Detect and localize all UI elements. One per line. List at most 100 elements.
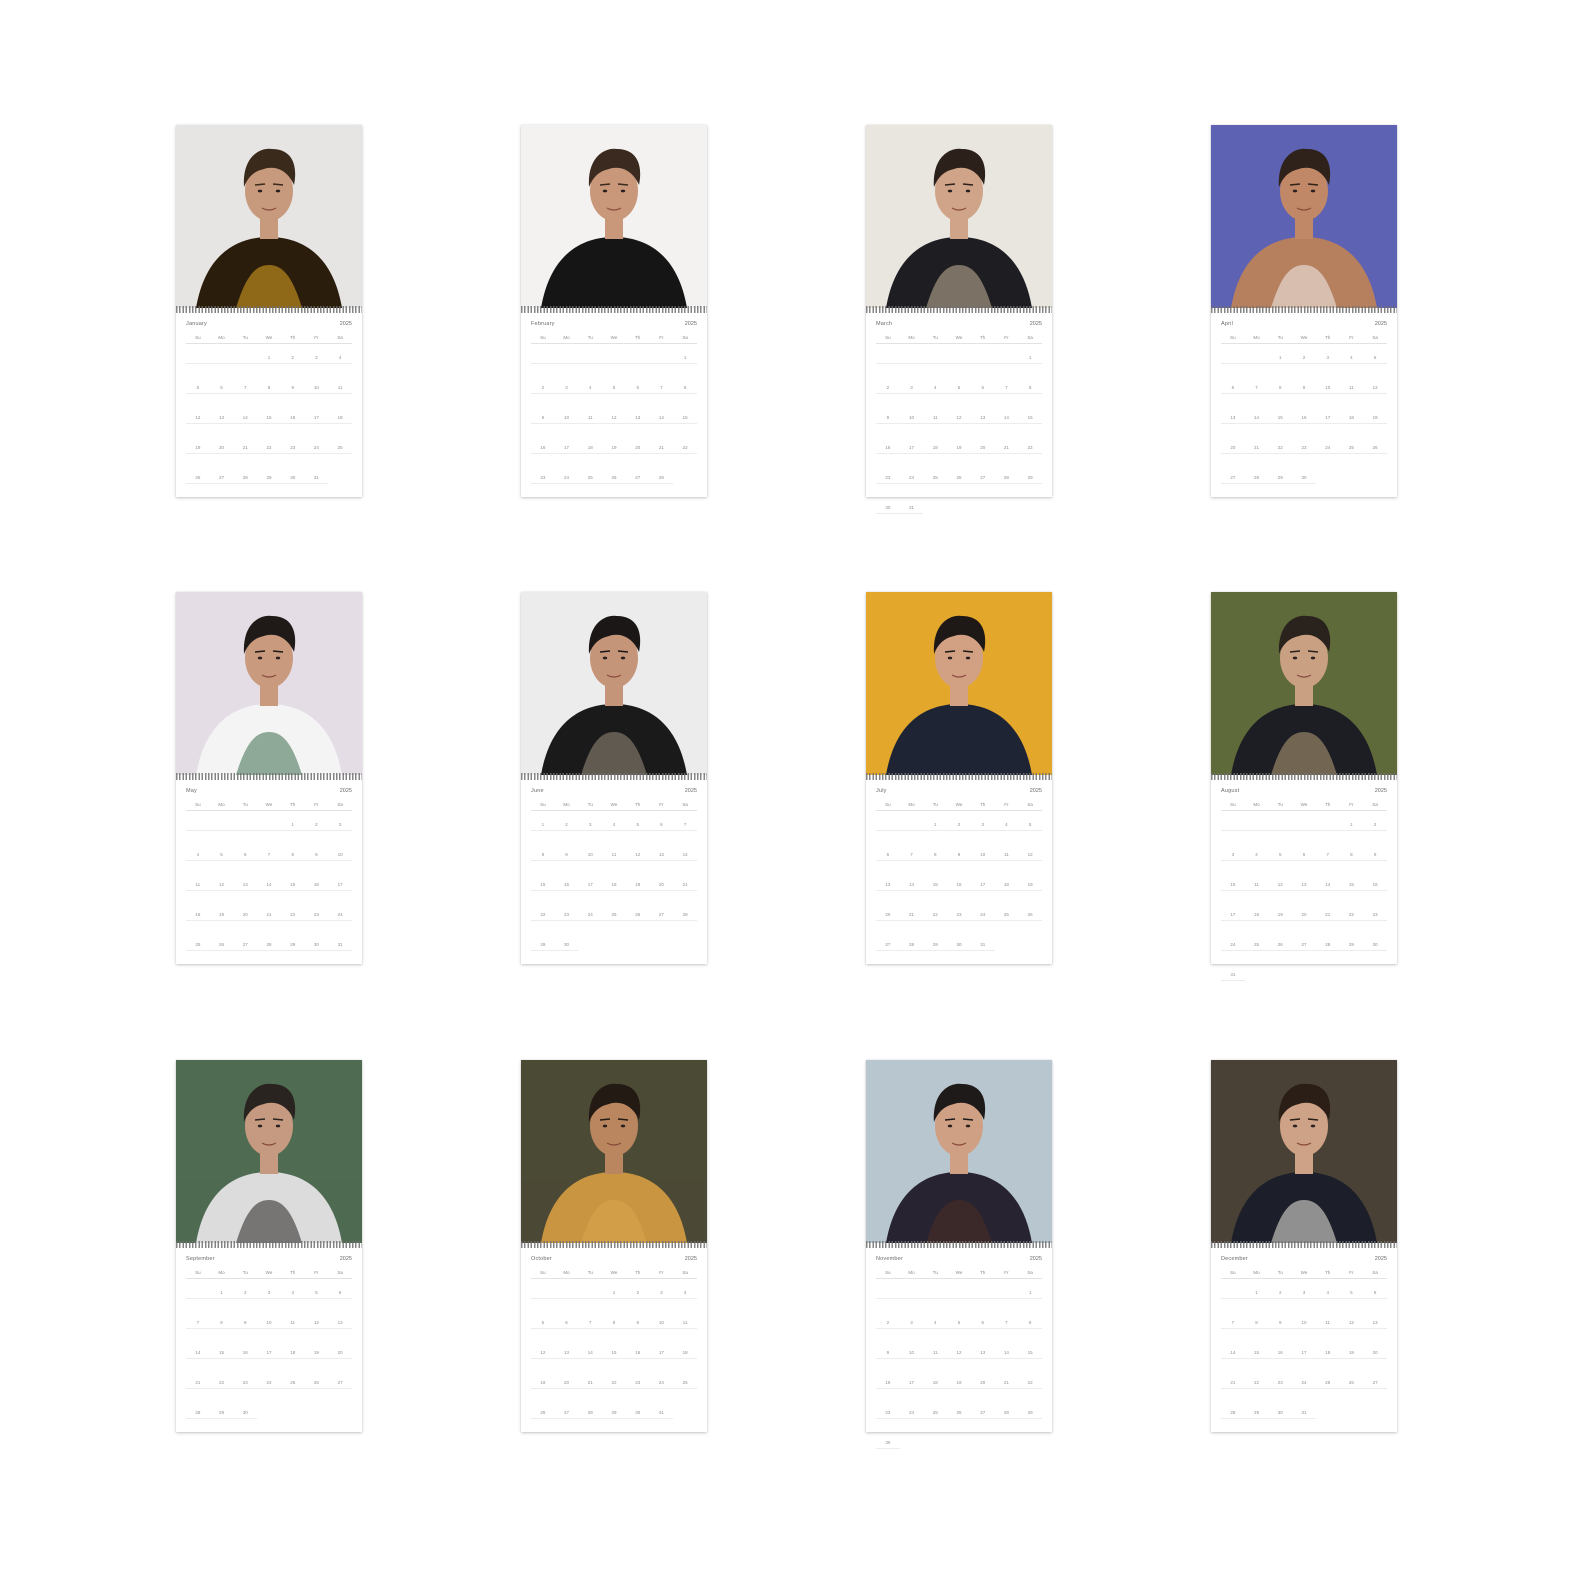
day-cell: 2 — [304, 822, 329, 831]
calendar-page-february[interactable]: February 2025 Su Mo Tu We Th Fr Sa 1 2 3 4 5 6 7 8 9 10 11 1… — [521, 125, 707, 497]
day-cell: 18 — [280, 1350, 305, 1359]
weekday-label: Tu — [932, 802, 938, 807]
day-cell-empty — [233, 822, 258, 831]
day-cell: 18 — [673, 1350, 697, 1359]
day-cell-empty — [923, 1290, 948, 1299]
day-cell: 10 — [328, 852, 352, 861]
weekday-label: Sa — [337, 1270, 343, 1275]
day-cell: 17 — [257, 1350, 281, 1359]
month-name: August — [1221, 788, 1240, 794]
calendar-photo — [176, 592, 362, 775]
weekday-label: Fr — [659, 1270, 664, 1275]
day-cell: 1 — [673, 355, 697, 364]
calendar-page-june[interactable]: June 2025 Su Mo Tu We Th Fr Sa 1 2 3 4 5 6 7 8 9 10 11 12 13 1… — [521, 592, 707, 964]
day-cell-empty — [209, 355, 234, 364]
day-cell: 4 — [328, 355, 352, 364]
weekday-label: Th — [1325, 1270, 1331, 1275]
calendar-page-october[interactable]: October 2025 Su Mo Tu We Th Fr Sa 1 2 3 4 5 6 7 8 9 10 11 12… — [521, 1060, 707, 1432]
day-cell: 1 — [1268, 355, 1293, 364]
day-cell: 20 — [649, 882, 674, 891]
calendar-page-april[interactable]: April 2025 Su Mo Tu We Th Fr Sa 1 2 3 4 5 6 7 8 9 10 11 12 13… — [1211, 125, 1397, 497]
day-cell-empty — [899, 1290, 924, 1299]
weekday-label: We — [1300, 802, 1308, 807]
calendar-page-september[interactable]: September 2025 Su Mo Tu We Th Fr Sa 1 2 3 4 5 6 7 8 9 10 11… — [176, 1060, 362, 1432]
day-cell: 11 — [994, 852, 1019, 861]
calendar-page-july[interactable]: July 2025 Su Mo Tu We Th Fr Sa 1 2 3 4 5 6 7 8 9 10 11 12 13 1… — [866, 592, 1052, 964]
weekday-label: Sa — [682, 802, 688, 807]
day-cell: 24 — [1292, 1380, 1316, 1389]
day-cells: 1 2 3 4 5 6 7 8 9 10 11 12 13 14 15 16 17 18 19 20 21 22 23 24 2… — [876, 355, 1042, 514]
day-cell: 16 — [1363, 882, 1387, 891]
day-cell: 11 — [923, 1350, 948, 1359]
day-cell: 10 — [304, 385, 329, 394]
day-cell: 23 — [876, 475, 900, 484]
day-cell: 8 — [1339, 852, 1364, 861]
calendar-photo — [866, 592, 1052, 775]
day-cell: 3 — [1315, 355, 1340, 364]
day-cell: 8 — [602, 1320, 626, 1329]
day-cell: 11 — [673, 1320, 697, 1329]
day-cell: 9 — [304, 852, 329, 861]
day-cell: 1 — [923, 822, 948, 831]
weekday-label: Tu — [932, 1270, 938, 1275]
weekday-label: Th — [635, 802, 641, 807]
day-cell: 16 — [625, 1350, 650, 1359]
day-cell: 10 — [649, 1320, 674, 1329]
year-label: 2025 — [339, 1256, 352, 1262]
day-cell: 19 — [186, 445, 210, 454]
day-cell: 5 — [209, 852, 234, 861]
calendar-page-may[interactable]: May 2025 Su Mo Tu We Th Fr Sa 1 2 3 4 5 6 7 8 9 10 11 12 13 14… — [176, 592, 362, 964]
calendar-page-march[interactable]: March 2025 Su Mo Tu We Th Fr Sa 1 2 3 4 5 6 7 8 9 10 11 12 13… — [866, 125, 1052, 514]
calendar-page-january[interactable]: January 2025 Su Mo Tu We Th Fr Sa 1 2 3 4 5 6 7 8 9 10 11 12… — [176, 125, 362, 497]
day-cell: 3 — [649, 1290, 674, 1299]
day-cell: 28 — [1221, 1410, 1245, 1419]
day-cell: 31 — [304, 475, 329, 484]
calendar-photo — [176, 1060, 362, 1243]
weekday-label: Fr — [314, 802, 319, 807]
day-cell: 22 — [1018, 1380, 1042, 1389]
day-cell: 23 — [233, 1380, 258, 1389]
day-cell: 1 — [1339, 822, 1364, 831]
day-cell: 27 — [209, 475, 234, 484]
day-cell: 25 — [923, 1410, 948, 1419]
day-cell: 14 — [186, 1350, 210, 1359]
weekday-label: Sa — [1372, 802, 1378, 807]
year-label: 2025 — [1374, 1256, 1387, 1262]
day-cell: 5 — [1339, 1290, 1364, 1299]
calendar-page-november[interactable]: November 2025 Su Mo Tu We Th Fr Sa 1 2 3 4 5 6 7 8 9 10 11 1… — [866, 1060, 1052, 1449]
year-label: 2025 — [1374, 788, 1387, 794]
day-cell: 27 — [876, 942, 900, 951]
day-cell: 4 — [923, 1320, 948, 1329]
day-cell: 16 — [554, 882, 579, 891]
month-grid: May 2025 Su Mo Tu We Th Fr Sa 1 2 3 4 5 6 7 8 9 10 11 12 13 14… — [176, 782, 362, 964]
day-cell: 8 — [1018, 1320, 1042, 1329]
day-cell: 19 — [1268, 912, 1293, 921]
year-label: 2025 — [684, 788, 697, 794]
weekday-label: Su — [540, 802, 546, 807]
day-cell: 18 — [578, 445, 603, 454]
day-cell: 15 — [209, 1350, 234, 1359]
day-cell: 9 — [233, 1320, 258, 1329]
day-cell: 23 — [304, 912, 329, 921]
day-cell: 27 — [970, 475, 995, 484]
day-cells: 1 2 3 4 5 6 7 8 9 10 11 12 13 14 15 16 17 18 19 20 21 22 23 24 2… — [1221, 1290, 1387, 1419]
day-cell: 23 — [280, 445, 305, 454]
day-cell: 18 — [1339, 415, 1364, 424]
spiral-binding — [176, 773, 362, 780]
day-cell: 22 — [1268, 445, 1293, 454]
weekday-label: Mo — [1253, 802, 1260, 807]
calendar-page-december[interactable]: December 2025 Su Mo Tu We Th Fr Sa 1 2 3 4 5 6 7 8 9 10 11 1… — [1211, 1060, 1397, 1432]
weekday-label: Th — [290, 802, 296, 807]
day-cell: 26 — [1018, 912, 1042, 921]
spiral-binding — [176, 1241, 362, 1248]
day-cell: 4 — [280, 1290, 305, 1299]
day-cells: 1 2 3 4 5 6 7 8 9 10 11 12 13 14 15 16 17 18 19 20 21 22 23 24 2… — [531, 1290, 697, 1419]
year-label: 2025 — [684, 321, 697, 327]
day-cell: 28 — [994, 1410, 1019, 1419]
day-cell: 17 — [899, 1380, 924, 1389]
weekday-label: Mo — [218, 335, 225, 340]
month-name: January — [186, 321, 207, 327]
month-grid: July 2025 Su Mo Tu We Th Fr Sa 1 2 3 4 5 6 7 8 9 10 11 12 13 1… — [866, 782, 1052, 964]
weekday-label: Th — [980, 802, 986, 807]
calendar-page-august[interactable]: August 2025 Su Mo Tu We Th Fr Sa 1 2 3 4 5 6 7 8 9 10 11 12 1… — [1211, 592, 1397, 981]
